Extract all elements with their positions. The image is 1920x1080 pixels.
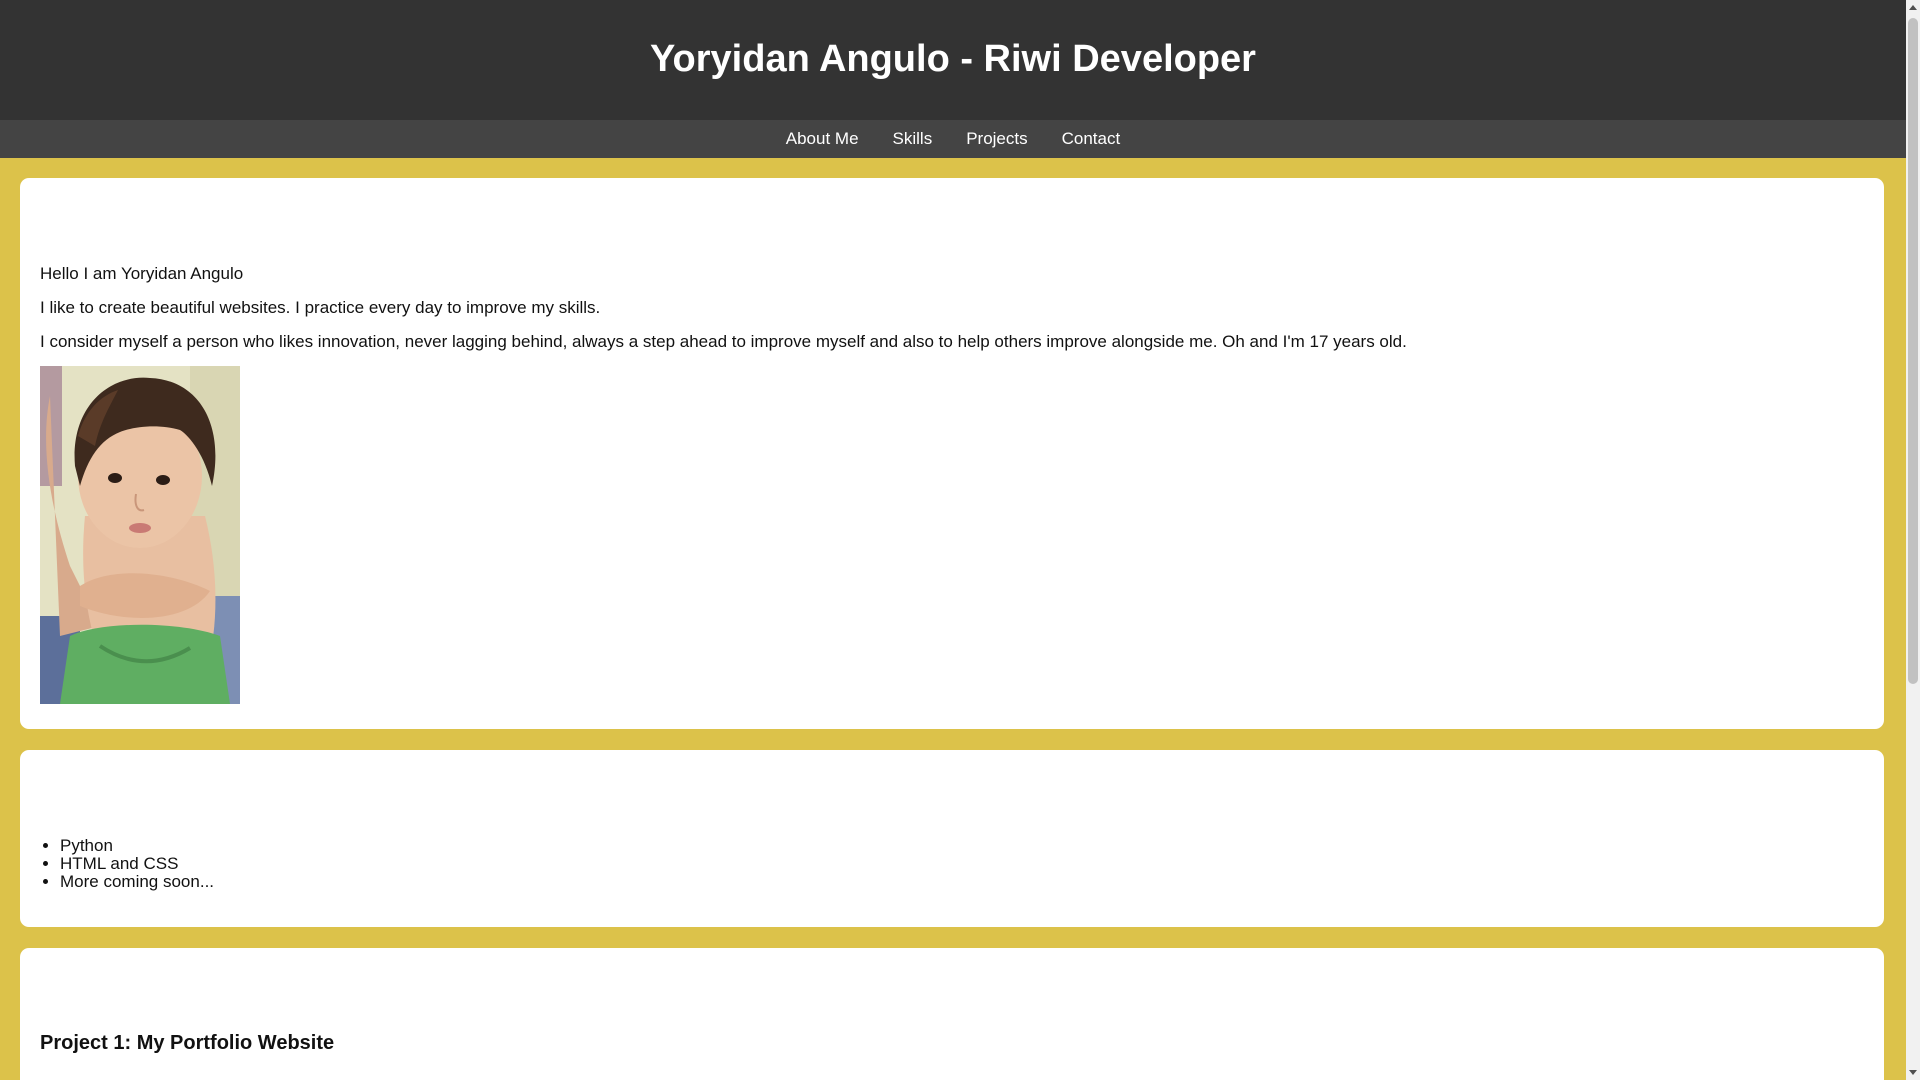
nav-link-about-me[interactable]: About Me xyxy=(786,129,859,149)
profile-photo-image xyxy=(40,366,240,704)
about-greeting: Hello I am Yoryidan Angulo xyxy=(40,264,244,283)
scroll-thumb[interactable] xyxy=(1908,18,1918,684)
about-text: Hello I am Yoryidan Angulo I like to cre… xyxy=(40,178,1864,352)
scroll-up-arrow-icon[interactable] xyxy=(1909,5,1917,10)
projects-section: Project 1: My Portfolio Website xyxy=(20,948,1884,1080)
page-title: Yoryidan Angulo - Riwi Developer xyxy=(650,37,1256,80)
about-section: Hello I am Yoryidan Angulo I like to cre… xyxy=(20,178,1884,729)
profile-photo xyxy=(40,366,240,704)
nav-link-projects[interactable]: Projects xyxy=(966,129,1027,149)
skills-list: Python HTML and CSS More coming soon... xyxy=(40,837,214,891)
skill-item: More coming soon... xyxy=(60,873,214,891)
about-personality: I consider myself a person who likes inn… xyxy=(40,332,1407,351)
skills-section: Python HTML and CSS More coming soon... xyxy=(20,750,1884,927)
skill-item: HTML and CSS xyxy=(60,855,214,873)
nav-link-skills[interactable]: Skills xyxy=(893,129,933,149)
site-header: Yoryidan Angulo - Riwi Developer xyxy=(0,0,1906,120)
main-nav: About Me Skills Projects Contact xyxy=(0,120,1906,158)
skill-item: Python xyxy=(60,837,214,855)
project-title: Project 1: My Portfolio Website xyxy=(40,1032,335,1054)
page: Yoryidan Angulo - Riwi Developer About M… xyxy=(0,0,1906,1080)
about-description: I like to create beautiful websites. I p… xyxy=(40,298,601,317)
nav-link-contact[interactable]: Contact xyxy=(1062,129,1121,149)
scroll-down-arrow-icon[interactable] xyxy=(1909,1070,1917,1075)
vertical-scrollbar[interactable] xyxy=(1906,0,1920,1080)
